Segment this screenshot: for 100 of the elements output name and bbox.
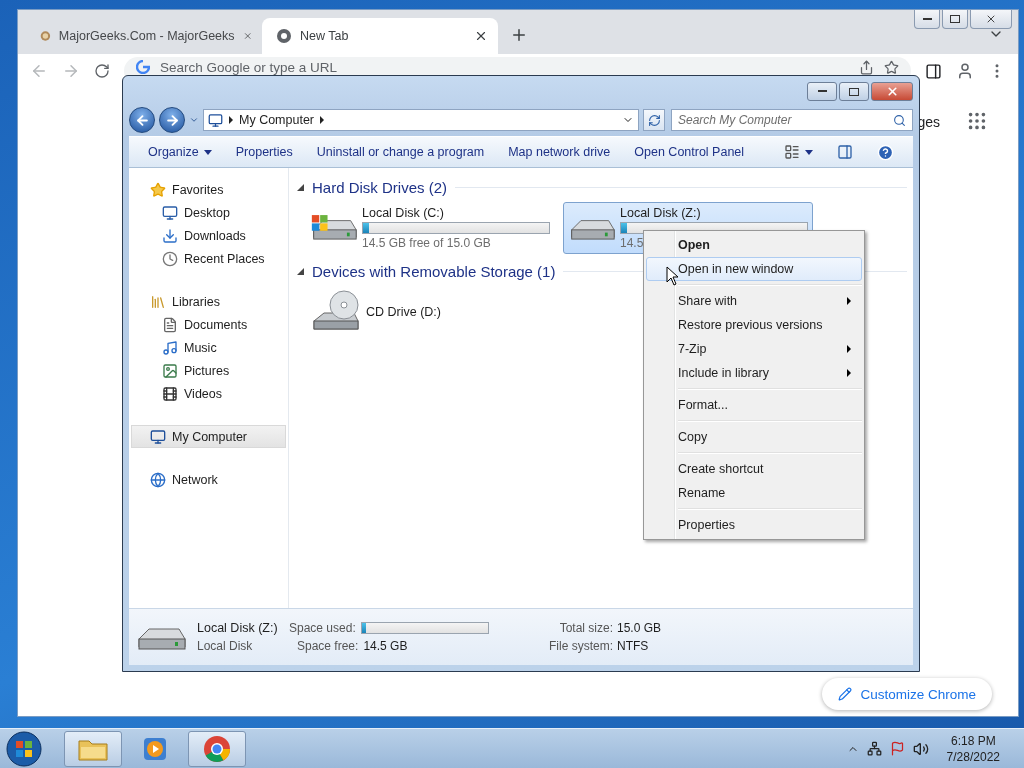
- tab-title: New Tab: [300, 29, 350, 43]
- maximize-button[interactable]: [839, 82, 869, 101]
- collapse-icon[interactable]: [297, 183, 304, 191]
- clock[interactable]: 6:18 PM 7/28/2022: [946, 732, 1000, 765]
- new-tab-icon[interactable]: [510, 26, 528, 44]
- search-field[interactable]: Search My Computer: [671, 109, 913, 131]
- customize-button[interactable]: Customize Chrome: [822, 678, 992, 710]
- pane-icon: [837, 144, 853, 160]
- view-list-icon: [784, 144, 800, 160]
- menu-item[interactable]: Create shortcut: [646, 457, 862, 481]
- minimize-button[interactable]: [914, 10, 940, 29]
- toolbar-button[interactable]: Uninstall or change a program: [305, 140, 496, 164]
- taskbar-button[interactable]: [188, 730, 246, 767]
- minimize-icon: [922, 17, 932, 21]
- toolbar-button[interactable]: Map network drive: [497, 140, 622, 164]
- forward-button[interactable]: [159, 107, 185, 133]
- network-icon[interactable]: [866, 741, 882, 756]
- tab-title: MajorGeeks.Com - MajorGeeks: [58, 29, 235, 43]
- clock-icon: [162, 250, 178, 267]
- navigation-item[interactable]: Pictures: [131, 359, 286, 382]
- menu-item[interactable]: Copy: [646, 425, 862, 449]
- navigation-item[interactable]: Music: [131, 336, 286, 359]
- navigation-item[interactable]: My Computer: [131, 425, 286, 448]
- collapse-icon[interactable]: [297, 267, 304, 275]
- site-icon: [40, 28, 51, 44]
- search-icon: [893, 113, 906, 127]
- drive-name: Local Disk (Z:): [620, 206, 702, 220]
- document-icon: [162, 316, 178, 333]
- menu-item[interactable]: Share with: [646, 289, 862, 313]
- apps-icon[interactable]: [966, 110, 988, 132]
- toolbar-button[interactable]: Open Control Panel: [623, 140, 756, 164]
- back-button[interactable]: [129, 107, 155, 133]
- start-button[interactable]: [4, 729, 44, 768]
- submenu-arrow-icon: [847, 297, 851, 305]
- field-value: 15.0 GB: [617, 621, 663, 635]
- close-icon: [885, 85, 899, 98]
- menu-item[interactable]: Format...: [646, 393, 862, 417]
- menu-item[interactable]: Properties: [646, 513, 862, 537]
- taskbar-button[interactable]: [64, 730, 122, 767]
- caret-icon: [805, 149, 813, 155]
- menu-item[interactable]: Open in new window: [646, 257, 862, 281]
- menu-item[interactable]: Include in library: [646, 361, 862, 385]
- group-heading: Devices with Removable Storage (1): [312, 262, 556, 280]
- navigation-item[interactable]: Desktop: [131, 201, 286, 224]
- profile-icon[interactable]: [956, 62, 974, 80]
- drive-item[interactable]: Local Disk (C:) 14.5 GB free of 15.0 GB: [305, 202, 555, 254]
- caret-icon: [203, 149, 212, 155]
- maximize-icon: [849, 87, 859, 96]
- navigation-item[interactable]: Network: [131, 468, 286, 491]
- close-button[interactable]: [871, 82, 913, 101]
- address-bar[interactable]: My Computer: [203, 109, 639, 131]
- monitor-icon: [162, 204, 178, 221]
- drive-type: Local Disk: [197, 639, 254, 653]
- computer-icon: [150, 428, 166, 445]
- flag-icon[interactable]: [889, 741, 905, 756]
- minimize-button[interactable]: [807, 82, 837, 101]
- menu-item[interactable]: 7-Zip: [646, 337, 862, 361]
- breadcrumb[interactable]: My Computer: [239, 113, 315, 127]
- side-panel-icon[interactable]: [925, 62, 942, 80]
- computer-icon: [208, 112, 223, 128]
- play-icon: [142, 735, 168, 762]
- maximize-button[interactable]: [942, 10, 968, 29]
- field-label: Space used:: [289, 621, 356, 635]
- share-icon[interactable]: [859, 60, 874, 75]
- field-value: NTFS: [617, 639, 650, 653]
- browser-tab[interactable]: New Tab: [262, 18, 498, 54]
- bookmark-star-icon[interactable]: [884, 60, 899, 75]
- close-icon[interactable]: [474, 29, 488, 43]
- navigation-item[interactable]: Videos: [131, 382, 286, 405]
- menu-item[interactable]: Restore previous versions: [646, 313, 862, 337]
- menu-item[interactable]: Rename: [646, 481, 862, 505]
- free-space: 14.5: [620, 236, 644, 250]
- drive-name: Local Disk (Z:): [197, 621, 279, 635]
- navigation-item[interactable]: Downloads: [131, 224, 286, 247]
- toolbar-button[interactable]: Properties: [224, 140, 304, 164]
- field-label: File system:: [549, 639, 613, 653]
- minimize-icon: [817, 90, 827, 93]
- film-icon: [162, 385, 178, 402]
- refresh-icon: [647, 113, 661, 127]
- free-space: 14.5 GB free of 15.0 GB: [362, 236, 491, 250]
- navigation-item[interactable]: Libraries: [131, 290, 286, 313]
- mouse-cursor-icon: [666, 266, 680, 286]
- picture-icon: [162, 362, 178, 379]
- navigation-item[interactable]: Recent Places: [131, 247, 286, 270]
- drive-name: CD Drive (D:): [366, 305, 442, 319]
- refresh-button[interactable]: [643, 109, 665, 131]
- globe-icon: [150, 471, 166, 488]
- help-icon: [877, 143, 894, 161]
- submenu-arrow-icon: [847, 345, 851, 353]
- toolbar-button[interactable]: Organize: [137, 140, 223, 164]
- library-icon: [150, 293, 166, 310]
- navigation-item[interactable]: Favorites: [131, 178, 286, 201]
- volume-icon[interactable]: [912, 740, 929, 757]
- drive-item[interactable]: CD Drive (D:): [305, 286, 555, 338]
- download-icon: [162, 227, 178, 244]
- reload-icon[interactable]: [94, 63, 110, 79]
- search-engine-icon: [136, 60, 150, 74]
- group-heading: Hard Disk Drives (2): [312, 178, 447, 196]
- navigation-item[interactable]: Documents: [131, 313, 286, 336]
- browser-tab[interactable]: MajorGeeks.Com - MajorGeeks: [26, 18, 262, 54]
